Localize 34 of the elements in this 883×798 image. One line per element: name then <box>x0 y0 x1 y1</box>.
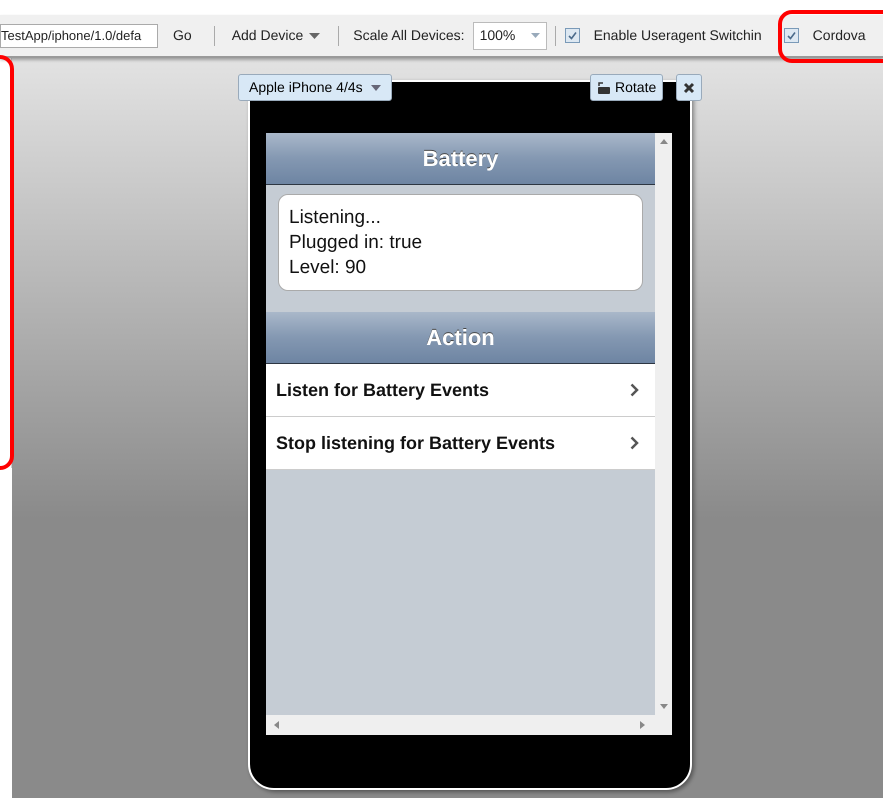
status-text: Plugged in: true <box>289 231 424 255</box>
checkbox-label: Cordova <box>812 26 866 45</box>
right-arrow-icon <box>640 721 645 729</box>
close-button[interactable] <box>676 74 702 101</box>
checkmark-icon <box>566 30 578 41</box>
down-arrow-icon <box>660 704 668 709</box>
url-field[interactable]: TestApp/iphone/1.0/defa <box>0 24 158 48</box>
checkbox[interactable] <box>784 28 799 43</box>
close-icon <box>683 82 695 94</box>
add-device-button[interactable]: Add Device <box>232 25 320 46</box>
up-arrow-icon <box>660 139 668 144</box>
scale-label: Scale All Devices: <box>353 26 465 45</box>
caret-icon <box>530 33 540 38</box>
section-header: Action <box>266 312 655 364</box>
chevron-icon <box>630 383 639 397</box>
caret-icon <box>309 32 320 38</box>
scale-select[interactable]: 100% <box>472 22 547 50</box>
section-header: Battery <box>266 133 655 185</box>
caret-icon <box>370 84 381 90</box>
rotate-icon <box>597 80 611 94</box>
checkmark-icon <box>786 30 797 41</box>
rotate-button[interactable]: Rotate <box>590 74 664 101</box>
go-button[interactable]: Go <box>171 25 194 46</box>
device-select-button[interactable]: Apple iPhone 4/4s <box>238 74 392 101</box>
horizontal-scrollbar[interactable] <box>266 715 672 735</box>
chevron-icon <box>630 436 639 450</box>
vertical-scrollbar[interactable] <box>655 133 672 715</box>
status-text: Listening... <box>289 206 382 230</box>
status-text: Level: 90 <box>289 256 368 280</box>
action-list-item[interactable]: Stop listening for Battery Events <box>266 417 655 470</box>
checkbox-label: Enable Useragent Switchin <box>594 26 762 45</box>
action-list-item[interactable]: Listen for Battery Events <box>266 364 655 417</box>
checkbox[interactable] <box>564 28 580 43</box>
left-arrow-icon <box>274 721 279 729</box>
